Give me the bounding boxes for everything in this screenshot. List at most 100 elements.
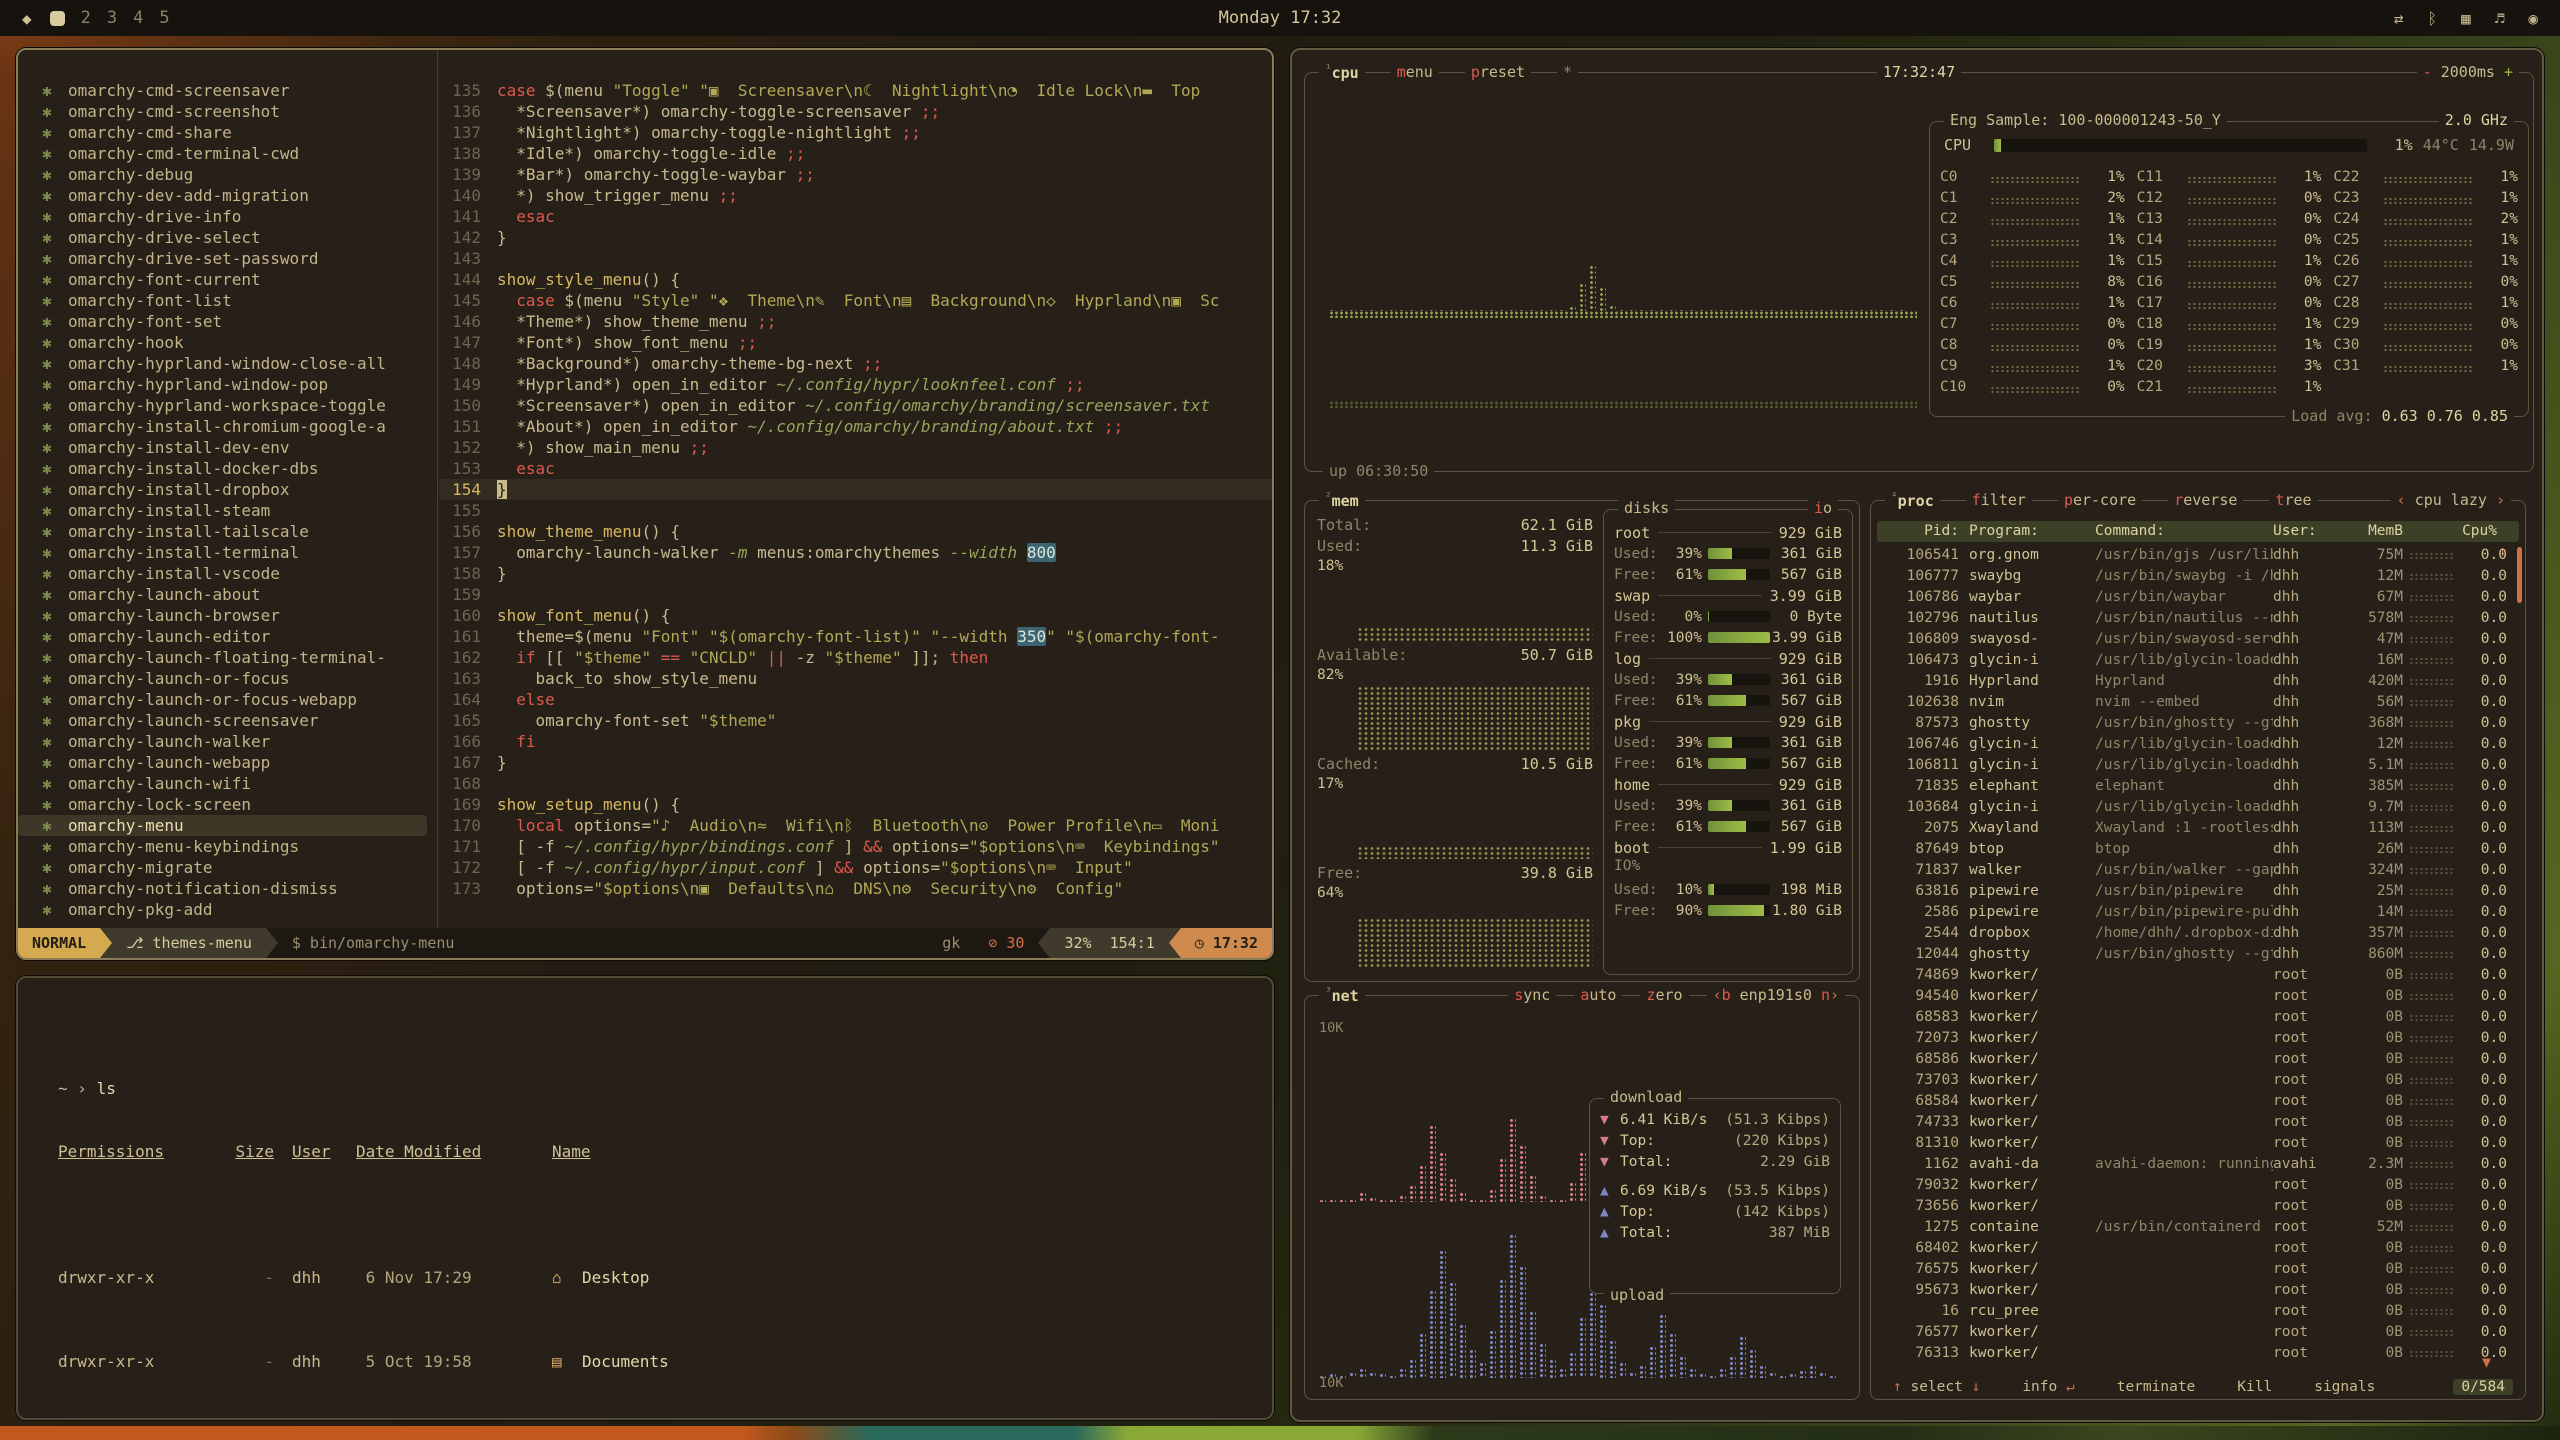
file-item[interactable]: ✱omarchy-font-current xyxy=(18,269,437,290)
process-row[interactable]: 2544 dropbox /home/dhh/.dropbox-dist dhh… xyxy=(1877,923,2519,944)
file-item[interactable]: ✱omarchy-install-dev-env xyxy=(18,437,437,458)
filter-button[interactable]: filter xyxy=(1966,491,2032,509)
process-row[interactable]: 87573 ghostty /usr/bin/ghostty --gtk- dh… xyxy=(1877,713,2519,734)
code-line[interactable]: 156show_theme_menu() { xyxy=(439,521,1272,542)
code-line[interactable]: 151 *About*) open_in_editor ~/.config/om… xyxy=(439,416,1272,437)
code-line[interactable]: 141 esac xyxy=(439,206,1272,227)
process-row[interactable]: 76575 kworker/ root 0B 0.0 xyxy=(1877,1259,2519,1280)
process-row[interactable]: 73703 kworker/ root 0B 0.0 xyxy=(1877,1070,2519,1091)
code-line[interactable]: 143 xyxy=(439,248,1272,269)
file-item[interactable]: ✱omarchy-font-set xyxy=(18,311,437,332)
proc-scrollbar[interactable] xyxy=(2517,547,2522,603)
proc-footer-button[interactable]: info ↵ xyxy=(2016,1379,2080,1395)
file-item[interactable]: ✱omarchy-launch-editor xyxy=(18,626,437,647)
file-item[interactable]: ✱omarchy-hyprland-window-pop xyxy=(18,374,437,395)
file-item[interactable]: ✱omarchy-launch-screensaver xyxy=(18,710,437,731)
file-item[interactable]: ✱omarchy-font-list xyxy=(18,290,437,311)
process-row[interactable]: 81310 kworker/ root 0B 0.0 xyxy=(1877,1133,2519,1154)
file-item[interactable]: ✱omarchy-install-steam xyxy=(18,500,437,521)
code-line[interactable]: 142} xyxy=(439,227,1272,248)
file-item[interactable]: ✱omarchy-lock-screen xyxy=(18,794,437,815)
code-line[interactable]: 138 *Idle*) omarchy-toggle-idle ;; xyxy=(439,143,1272,164)
file-item[interactable]: ✱omarchy-install-chromium-google-a xyxy=(18,416,437,437)
proc-footer-button[interactable]: ↑ select ↓ xyxy=(1887,1379,1986,1395)
code-line[interactable]: 167} xyxy=(439,752,1272,773)
file-item[interactable]: ✱omarchy-install-docker-dbs xyxy=(18,458,437,479)
file-item[interactable]: ✱omarchy-cmd-screensaver xyxy=(18,80,437,101)
workspace-number[interactable]: 3 xyxy=(107,8,117,28)
volume-icon[interactable]: ♬ xyxy=(2495,9,2505,28)
file-item[interactable]: ✱omarchy-launch-or-focus xyxy=(18,668,437,689)
workspace-active-indicator[interactable] xyxy=(50,11,65,26)
net-zero-button[interactable]: zero xyxy=(1640,986,1688,1004)
code-line[interactable]: 153 esac xyxy=(439,458,1272,479)
code-line[interactable]: 166 fi xyxy=(439,731,1272,752)
file-item[interactable]: ✱omarchy-launch-browser xyxy=(18,605,437,626)
process-row[interactable]: 106809 swayosd- /usr/bin/swayosd-server … xyxy=(1877,629,2519,650)
code-line[interactable]: 148 *Background*) omarchy-theme-bg-next … xyxy=(439,353,1272,374)
code-line[interactable]: 136 *Screensaver*) omarchy-toggle-screen… xyxy=(439,101,1272,122)
code-line[interactable]: 168 xyxy=(439,773,1272,794)
code-line[interactable]: 159 xyxy=(439,584,1272,605)
file-item[interactable]: ✱omarchy-dev-add-migration xyxy=(18,185,437,206)
file-item[interactable]: ✱omarchy-pkg-add xyxy=(18,899,437,920)
file-item[interactable]: ✱omarchy-launch-or-focus-webapp xyxy=(18,689,437,710)
process-row[interactable]: 79032 kworker/ root 0B 0.0 xyxy=(1877,1175,2519,1196)
process-row[interactable]: 73656 kworker/ root 0B 0.0 xyxy=(1877,1196,2519,1217)
file-item[interactable]: ✱omarchy-menu-keybindings xyxy=(18,836,437,857)
file-item[interactable]: ✱omarchy-menu xyxy=(18,815,427,836)
code-line[interactable]: 146 *Theme*) show_theme_menu ;; xyxy=(439,311,1272,332)
process-row[interactable]: 72073 kworker/ root 0B 0.0 xyxy=(1877,1028,2519,1049)
code-line[interactable]: 169show_setup_menu() { xyxy=(439,794,1272,815)
process-row[interactable]: 1916 Hyprland Hyprland dhh 420M 0.0 xyxy=(1877,671,2519,692)
code-line[interactable]: 157 omarchy-launch-walker -m menus:omarc… xyxy=(439,542,1272,563)
workspace-number[interactable]: 4 xyxy=(133,8,143,28)
code-line[interactable]: 162 if [[ "$theme" == "CNCLD" || -z "$th… xyxy=(439,647,1272,668)
code-line[interactable]: 139 *Bar*) omarchy-toggle-waybar ;; xyxy=(439,164,1272,185)
process-row[interactable]: 2075 Xwayland Xwayland :1 -rootless - dh… xyxy=(1877,818,2519,839)
net-auto-button[interactable]: auto xyxy=(1574,986,1622,1004)
code-line[interactable]: 172 [ -f ~/.config/hypr/input.conf ] && … xyxy=(439,857,1272,878)
file-item[interactable]: ✱omarchy-launch-about xyxy=(18,584,437,605)
net-interface-selector[interactable]: ‹b enp191s0 n› xyxy=(1707,986,1845,1004)
code-line[interactable]: 173 options="$options\n▣ Defaults\n⌂ DNS… xyxy=(439,878,1272,899)
process-row[interactable]: 106541 org.gnom /usr/bin/gjs /usr/lib/o … xyxy=(1877,545,2519,566)
code-line[interactable]: 147 *Font*) show_font_menu ;; xyxy=(439,332,1272,353)
code-line[interactable]: 140 *) show_trigger_menu ;; xyxy=(439,185,1272,206)
proc-footer-button[interactable]: terminate xyxy=(2111,1379,2202,1395)
workspace-number[interactable]: 2 xyxy=(81,8,91,28)
process-row[interactable]: 16 rcu_pree root 0B 0.0 xyxy=(1877,1301,2519,1322)
file-item[interactable]: ✱omarchy-hook xyxy=(18,332,437,353)
file-item[interactable]: ✱omarchy-install-terminal xyxy=(18,542,437,563)
file-item[interactable]: ✱omarchy-migrate xyxy=(18,857,437,878)
reverse-button[interactable]: reverse xyxy=(2168,491,2243,509)
code-line[interactable]: 137 *Nightlight*) omarchy-toggle-nightli… xyxy=(439,122,1272,143)
code-line[interactable]: 160show_font_menu() { xyxy=(439,605,1272,626)
proc-footer-button[interactable]: Kill xyxy=(2231,1379,2278,1395)
file-item[interactable]: ✱omarchy-cmd-terminal-cwd xyxy=(18,143,437,164)
code-line[interactable]: 165 omarchy-font-set "$theme" xyxy=(439,710,1272,731)
file-item[interactable]: ✱omarchy-drive-set-password xyxy=(18,248,437,269)
code-line[interactable]: 149 *Hyprland*) open_in_editor ~/.config… xyxy=(439,374,1272,395)
process-row[interactable]: 71837 walker /usr/bin/walker --gappl dhh… xyxy=(1877,860,2519,881)
process-row[interactable]: 68583 kworker/ root 0B 0.0 xyxy=(1877,1007,2519,1028)
per-core-button[interactable]: per-core xyxy=(2058,491,2142,509)
process-row[interactable]: 87649 btop btop dhh 26M 0.0 xyxy=(1877,839,2519,860)
file-item[interactable]: ✱omarchy-drive-info xyxy=(18,206,437,227)
net-sync-button[interactable]: sync xyxy=(1508,986,1556,1004)
process-row[interactable]: 102796 nautilus /usr/bin/nautilus --new … xyxy=(1877,608,2519,629)
preset-button[interactable]: preset xyxy=(1465,63,1531,81)
code-line[interactable]: 171 [ -f ~/.config/hypr/bindings.conf ] … xyxy=(439,836,1272,857)
process-row[interactable]: 103684 glycin-i /usr/lib/glycin-loaders … xyxy=(1877,797,2519,818)
code-line[interactable]: 163 back_to show_style_menu xyxy=(439,668,1272,689)
swap-icon[interactable]: ⇄ xyxy=(2394,9,2404,28)
process-row[interactable]: 68584 kworker/ root 0B 0.0 xyxy=(1877,1091,2519,1112)
code-line[interactable]: 152 *) show_main_menu ;; xyxy=(439,437,1272,458)
code-line[interactable]: 161 theme=$(menu "Font" "$(omarchy-font-… xyxy=(439,626,1272,647)
process-row[interactable]: 68586 kworker/ root 0B 0.0 xyxy=(1877,1049,2519,1070)
code-line[interactable]: 145 case $(menu "Style" "❖ Theme\n✎ Font… xyxy=(439,290,1272,311)
io-toggle[interactable]: io xyxy=(1808,499,1838,517)
process-row[interactable]: 76577 kworker/ root 0B 0.0 xyxy=(1877,1322,2519,1343)
file-item[interactable]: ✱omarchy-install-dropbox xyxy=(18,479,437,500)
workspace-number[interactable]: 5 xyxy=(159,8,169,28)
